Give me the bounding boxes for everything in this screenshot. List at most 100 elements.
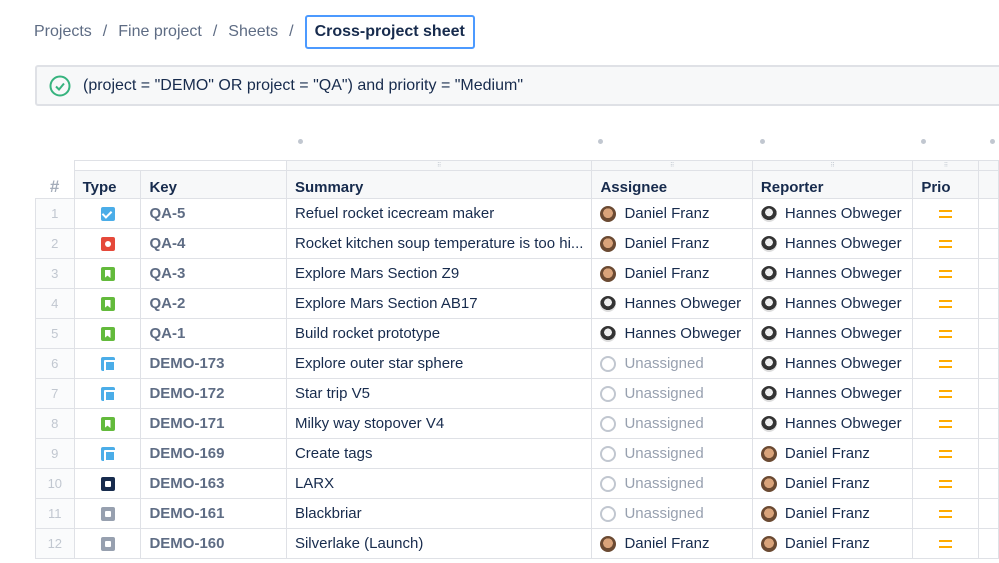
summary-cell[interactable]: Refuel rocket icecream maker	[285, 198, 593, 229]
key-cell[interactable]: QA-4	[140, 228, 287, 259]
summary-cell[interactable]: Milky way stopover V4	[285, 408, 593, 439]
prio-cell[interactable]	[912, 528, 980, 559]
assignee-cell[interactable]: Unassigned	[591, 498, 753, 529]
reporter-cell[interactable]: Daniel Franz	[751, 438, 914, 469]
column-header-reporter[interactable]: Reporter	[751, 170, 914, 199]
summary-cell[interactable]: Star trip V5	[285, 378, 593, 409]
key-cell[interactable]: DEMO-160	[140, 528, 287, 559]
type-cell[interactable]	[73, 288, 142, 319]
summary-cell[interactable]: Rocket kitchen soup temperature is too h…	[285, 228, 593, 259]
next-cell[interactable]	[978, 318, 999, 349]
type-cell[interactable]	[73, 318, 142, 349]
column-header-type[interactable]: Type	[73, 170, 142, 199]
next-cell[interactable]	[978, 468, 999, 499]
key-cell[interactable]: DEMO-172	[140, 378, 287, 409]
column-insert-dot[interactable]	[921, 139, 926, 144]
summary-cell[interactable]: Explore Mars Section AB17	[285, 288, 593, 319]
type-cell[interactable]	[73, 408, 142, 439]
type-cell[interactable]	[73, 198, 142, 229]
column-insert-dot[interactable]	[298, 139, 303, 144]
table-row[interactable]: 7 DEMO-172 Star trip V5 Unassigned Hannes…	[35, 378, 999, 409]
column-drag-handle[interactable]: ⠿	[912, 160, 980, 171]
table-row[interactable]: 1 QA-5 Refuel rocket icecream maker Dani…	[35, 198, 999, 229]
next-cell[interactable]	[978, 438, 999, 469]
assignee-cell[interactable]: Daniel Franz	[591, 198, 753, 229]
type-cell[interactable]	[73, 258, 142, 289]
summary-cell[interactable]: Create tags	[285, 438, 593, 469]
prio-cell[interactable]	[912, 318, 980, 349]
table-row[interactable]: 12 DEMO-160 Silverlake (Launch) Daniel F…	[35, 528, 999, 559]
type-cell[interactable]	[73, 348, 142, 379]
reporter-cell[interactable]: Daniel Franz	[751, 498, 914, 529]
table-row[interactable]: 9 DEMO-169 Create tags Unassigned Daniel …	[35, 438, 999, 469]
column-insert-dot[interactable]	[760, 139, 765, 144]
next-cell[interactable]	[978, 348, 999, 379]
prio-cell[interactable]	[912, 468, 980, 499]
type-cell[interactable]	[73, 468, 142, 499]
summary-cell[interactable]: Explore Mars Section Z9	[285, 258, 593, 289]
prio-cell[interactable]	[912, 258, 980, 289]
table-row[interactable]: 8 DEMO-171 Milky way stopover V4 Unassig…	[35, 408, 999, 439]
summary-cell[interactable]: Build rocket prototype	[285, 318, 593, 349]
sheet-title-input[interactable]: Cross-project sheet	[304, 15, 475, 49]
key-cell[interactable]: DEMO-163	[140, 468, 287, 499]
assignee-cell[interactable]: Daniel Franz	[591, 528, 753, 559]
breadcrumb-sheets[interactable]: Sheets	[228, 23, 278, 41]
column-drag-handle[interactable]: ⠿	[285, 160, 593, 171]
assignee-cell[interactable]: Hannes Obweger	[591, 318, 753, 349]
next-cell[interactable]	[978, 408, 999, 439]
column-insert-dot[interactable]	[598, 139, 603, 144]
assignee-cell[interactable]: Unassigned	[591, 468, 753, 499]
prio-cell[interactable]	[912, 348, 980, 379]
prio-cell[interactable]	[912, 438, 980, 469]
column-insert-dot[interactable]	[990, 139, 995, 144]
reporter-cell[interactable]: Daniel Franz	[751, 528, 914, 559]
key-cell[interactable]: DEMO-169	[140, 438, 287, 469]
column-header-key[interactable]: Key	[140, 170, 287, 199]
prio-cell[interactable]	[912, 408, 980, 439]
summary-cell[interactable]: Blackbriar	[285, 498, 593, 529]
reporter-cell[interactable]: Hannes Obweger	[751, 408, 914, 439]
column-header-summary[interactable]: Summary	[285, 170, 593, 199]
key-cell[interactable]: QA-3	[140, 258, 287, 289]
next-cell[interactable]	[978, 528, 999, 559]
prio-cell[interactable]	[912, 198, 980, 229]
summary-cell[interactable]: Explore outer star sphere	[285, 348, 593, 379]
prio-cell[interactable]	[912, 378, 980, 409]
reporter-cell[interactable]: Hannes Obweger	[751, 288, 914, 319]
next-cell[interactable]	[978, 228, 999, 259]
table-row[interactable]: 5 QA-1 Build rocket prototype Hannes Obw…	[35, 318, 999, 349]
key-cell[interactable]: QA-5	[140, 198, 287, 229]
key-cell[interactable]: QA-2	[140, 288, 287, 319]
type-cell[interactable]	[73, 528, 142, 559]
table-row[interactable]: 6 DEMO-173 Explore outer star sphere Una…	[35, 348, 999, 379]
column-drag-handle[interactable]: ⠿	[591, 160, 753, 171]
jql-query-input[interactable]: (project = "DEMO" OR project = "QA") and…	[35, 65, 999, 106]
reporter-cell[interactable]: Hannes Obweger	[751, 258, 914, 289]
reporter-cell[interactable]: Hannes Obweger	[751, 318, 914, 349]
assignee-cell[interactable]: Daniel Franz	[591, 228, 753, 259]
breadcrumb-projects[interactable]: Projects	[34, 23, 92, 41]
assignee-cell[interactable]: Unassigned	[591, 378, 753, 409]
breadcrumb-fine-project[interactable]: Fine project	[118, 23, 202, 41]
reporter-cell[interactable]: Hannes Obweger	[751, 348, 914, 379]
summary-cell[interactable]: Silverlake (Launch)	[285, 528, 593, 559]
prio-cell[interactable]	[912, 288, 980, 319]
assignee-cell[interactable]: Hannes Obweger	[591, 288, 753, 319]
reporter-cell[interactable]: Hannes Obweger	[751, 198, 914, 229]
assignee-cell[interactable]: Daniel Franz	[591, 258, 753, 289]
next-cell[interactable]	[978, 198, 999, 229]
type-cell[interactable]	[73, 498, 142, 529]
next-cell[interactable]	[978, 378, 999, 409]
assignee-cell[interactable]: Unassigned	[591, 438, 753, 469]
table-row[interactable]: 11 DEMO-161 Blackbriar Unassigned Daniel …	[35, 498, 999, 529]
column-header-prio[interactable]: Prio	[912, 170, 980, 199]
assignee-cell[interactable]: Unassigned	[591, 408, 753, 439]
reporter-cell[interactable]: Hannes Obweger	[751, 378, 914, 409]
type-cell[interactable]	[73, 378, 142, 409]
prio-cell[interactable]	[912, 498, 980, 529]
column-header-next[interactable]	[978, 170, 999, 199]
type-cell[interactable]	[73, 228, 142, 259]
reporter-cell[interactable]: Hannes Obweger	[751, 228, 914, 259]
assignee-cell[interactable]: Unassigned	[591, 348, 753, 379]
